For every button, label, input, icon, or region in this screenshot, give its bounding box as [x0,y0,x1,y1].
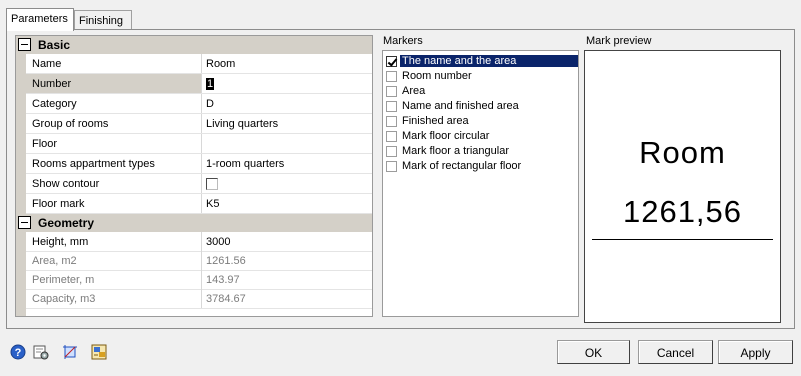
category-label: Basic [38,38,71,52]
markers-title: Markers [383,35,423,47]
prop-name: Area, m2 [26,251,202,270]
marker-label: Mark floor a triangular [402,145,509,157]
tab-parameters[interactable]: Parameters [6,8,74,31]
prop-name: Height, mm [26,232,202,251]
prop-name: Floor [26,134,202,153]
prop-name: Category [26,94,202,113]
marker-label: Mark of rectangular floor [402,160,522,172]
parameters-panel: Basic Name Room Number 1 Category D Grou… [6,29,795,329]
prop-value: 3784.67 [206,293,246,305]
collapse-icon[interactable] [18,216,31,229]
number-value[interactable]: 1 [206,78,215,90]
number-input[interactable]: 1 [202,74,372,93]
ok-button[interactable]: OK [557,340,630,364]
marker-item[interactable]: The name and the area [383,54,578,69]
prop-value[interactable]: 1-room quarters [202,154,372,173]
marker-label: Area [402,85,426,97]
prop-name: Floor mark [26,194,202,213]
category-geometry[interactable]: Geometry [16,214,372,232]
marker-label: The name and the area [400,55,578,67]
prop-row-floor[interactable]: Floor [26,134,372,154]
marker-checkbox[interactable] [386,116,397,127]
category-basic[interactable]: Basic [16,36,372,54]
svg-text:?: ? [15,347,22,359]
prop-name: Number [26,74,202,93]
prop-row-area: Area, m2 1261.56 [26,251,372,271]
marker-item[interactable]: Mark floor a triangular [383,144,578,159]
prop-row-capacity: Capacity, m3 3784.67 [26,289,372,309]
prop-row-show-contour[interactable]: Show contour [26,174,372,194]
property-grid: Basic Name Room Number 1 Category D Grou… [15,35,373,317]
marker-item[interactable]: Area [383,84,578,99]
marker-checkbox[interactable] [386,101,397,112]
marker-checkbox[interactable] [386,56,397,67]
prop-value[interactable]: D [202,94,372,113]
category-label: Geometry [38,216,95,230]
prop-value: 1261.56 [206,255,246,267]
marker-checkbox[interactable] [386,71,397,82]
marker-checkbox[interactable] [386,86,397,97]
markers-list[interactable]: The name and the area Room number Area N… [382,50,579,317]
crop-icon[interactable] [62,344,78,360]
prop-name: Group of rooms [26,114,202,133]
prop-value[interactable]: Room [202,54,372,73]
grid-gutter [16,36,26,316]
marker-item[interactable]: Mark of rectangular floor [383,159,578,174]
show-contour-checkbox[interactable] [206,178,218,191]
prop-value[interactable]: 3000 [202,232,372,251]
cancel-button[interactable]: Cancel [638,340,713,364]
mark-preview: Room 1261,56 [584,50,781,323]
prop-value[interactable] [202,134,372,153]
marker-checkbox[interactable] [386,131,397,142]
preview-title: Mark preview [586,35,652,47]
prop-row-apartment-types[interactable]: Rooms appartment types 1-room quarters [26,154,372,174]
prop-name: Show contour [26,174,202,193]
prop-row-category[interactable]: Category D [26,94,372,114]
prop-value [202,174,372,193]
marker-item[interactable]: Room number [383,69,578,84]
marker-item[interactable]: Name and finished area [383,99,578,114]
prop-value: 143.97 [206,274,240,286]
preview-underline [592,239,773,240]
prop-row-number[interactable]: Number 1 [26,74,372,94]
prop-name: Perimeter, m [26,270,202,289]
help-icon[interactable]: ? [10,344,26,360]
preview-room-area: 1261,56 [622,194,743,229]
prop-name: Name [26,54,202,73]
marker-label: Name and finished area [402,100,519,112]
prop-row-floor-mark[interactable]: Floor mark K5 [26,194,372,214]
collapse-icon[interactable] [18,38,31,51]
preview-room-name: Room [639,135,726,170]
prop-name: Rooms appartment types [26,154,202,173]
prop-value[interactable]: Living quarters [202,114,372,133]
prop-value[interactable]: K5 [202,194,372,213]
prop-name: Capacity, m3 [26,289,202,308]
settings-icon[interactable] [33,344,49,360]
marker-label: Room number [402,70,472,82]
prop-row-group[interactable]: Group of rooms Living quarters [26,114,372,134]
apply-button[interactable]: Apply [718,340,793,364]
marker-item[interactable]: Mark floor circular [383,129,578,144]
marker-checkbox[interactable] [386,146,397,157]
prop-row-height[interactable]: Height, mm 3000 [26,232,372,252]
tab-finishing[interactable]: Finishing [74,10,132,30]
image-icon[interactable] [91,344,107,360]
prop-row-perimeter: Perimeter, m 143.97 [26,270,372,290]
marker-label: Mark floor circular [402,130,490,142]
prop-row-name[interactable]: Name Room [26,54,372,74]
marker-label: Finished area [402,115,469,127]
marker-checkbox[interactable] [386,161,397,172]
marker-item[interactable]: Finished area [383,114,578,129]
